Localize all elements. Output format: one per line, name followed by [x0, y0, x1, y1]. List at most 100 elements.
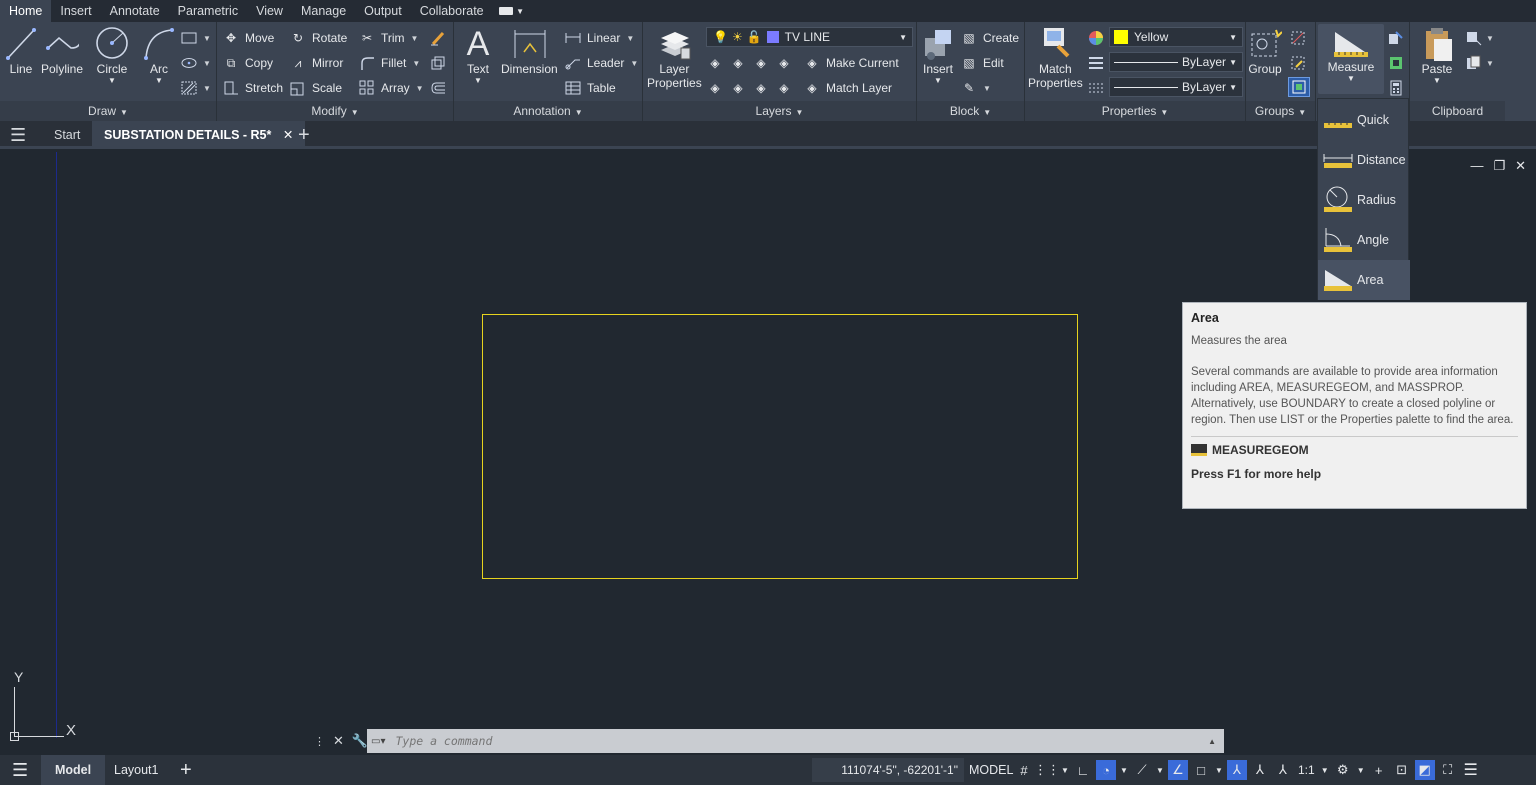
match-properties-button[interactable]: Match Properties — [1028, 26, 1083, 90]
insert-dropdown-icon[interactable]: ▼ — [934, 76, 942, 85]
drawing-tab-current[interactable]: SUBSTATION DETAILS - R5* ✕ — [92, 121, 306, 149]
tab-parametric[interactable]: Parametric — [169, 0, 247, 22]
snap-dropdown-icon[interactable]: ▼ — [1060, 760, 1070, 780]
tab-insert[interactable]: Insert — [51, 0, 100, 22]
groups-panel-title[interactable]: Groups ▼ — [1246, 101, 1315, 121]
hardware-acceleration-icon[interactable]: ◩ — [1414, 760, 1435, 780]
draw-panel-title[interactable]: Draw ▼ — [0, 101, 216, 121]
text-dropdown-icon[interactable]: ▼ — [474, 76, 482, 85]
table-button[interactable]: Table — [564, 78, 616, 98]
fillet-button[interactable]: Fillet ▼ — [358, 53, 420, 73]
quick-select-icon[interactable] — [1388, 53, 1404, 73]
circle-dropdown-icon[interactable]: ▼ — [108, 76, 116, 85]
model-space-button[interactable]: MODEL — [966, 758, 1016, 782]
layer-on-icon[interactable]: ◈ — [706, 80, 724, 96]
mirror-button[interactable]: ⩘ Mirror — [289, 53, 344, 73]
isodraft-dropdown-icon[interactable]: ▼ — [1155, 760, 1165, 780]
layer-lock-icon[interactable]: ◈ — [775, 55, 793, 71]
layout-menu-icon[interactable]: ☰ — [12, 755, 28, 785]
coordinates-readout[interactable]: 111074'-5", -62201'-1" — [812, 758, 964, 782]
object-snap-tracking-icon[interactable]: ∠ — [1168, 760, 1188, 780]
hatch-button[interactable]: ▼ — [180, 78, 211, 98]
insert-block-button[interactable]: Insert ▼ — [921, 26, 955, 85]
trim-button[interactable]: ✂ Trim ▼ — [358, 28, 419, 48]
clean-screen-icon[interactable]: ⛶ — [1438, 760, 1458, 780]
minimize-icon[interactable]: — — [1470, 158, 1483, 174]
modify-panel-title[interactable]: Modify ▼ — [217, 101, 453, 121]
properties-panel-title[interactable]: Properties ▼ — [1025, 101, 1245, 121]
leader-button[interactable]: Leader ▼ — [564, 53, 638, 73]
new-layout-plus-icon[interactable]: + — [180, 755, 192, 785]
model-tab[interactable]: Model — [41, 755, 106, 785]
tab-view[interactable]: View — [247, 0, 292, 22]
ortho-icon[interactable]: ∟ — [1073, 760, 1093, 780]
rectangle-button[interactable]: ▼ — [180, 28, 211, 48]
layout1-tab[interactable]: Layout1 — [114, 755, 158, 785]
id-point-icon[interactable] — [1388, 28, 1404, 48]
ellipse-button[interactable]: ▼ — [180, 53, 211, 73]
layer-off-icon[interactable]: ◈ — [706, 55, 724, 71]
scale-button[interactable]: Scale — [289, 78, 342, 98]
measure-quick-item[interactable]: Quick — [1318, 100, 1410, 140]
start-tab[interactable]: Start — [54, 121, 80, 149]
copy-button[interactable]: ⧉ Copy — [222, 53, 273, 73]
move-button[interactable]: ✥ Move — [222, 28, 274, 48]
text-button[interactable]: A Text ▼ — [461, 25, 495, 86]
measure-angle-item[interactable]: Angle — [1318, 220, 1410, 260]
linear-dimension-button[interactable]: Linear ▼ — [564, 28, 634, 48]
arc-dropdown-icon[interactable]: ▼ — [155, 76, 163, 85]
tab-annotate[interactable]: Annotate — [101, 0, 169, 22]
restore-icon[interactable]: ❐ — [1493, 158, 1505, 174]
paste-dropdown-icon[interactable]: ▼ — [1433, 76, 1441, 85]
lineweight-dropdown[interactable]: ByLayer ▼ — [1109, 52, 1243, 72]
snap-mode-icon[interactable]: ⋮⋮ — [1034, 760, 1060, 780]
edit-block-button[interactable]: ▧ Edit — [960, 53, 1003, 73]
measure-area-item[interactable]: Area — [1318, 260, 1410, 300]
group-selection-toggle[interactable] — [1288, 77, 1310, 97]
annotation-panel-title[interactable]: Annotation ▼ — [454, 101, 642, 121]
measure-radius-item[interactable]: Radius — [1318, 180, 1410, 220]
array-button[interactable]: Array ▼ — [358, 78, 424, 98]
close-icon[interactable]: ✕ — [1515, 158, 1526, 174]
layer-properties-button[interactable]: Layer Properties — [647, 26, 702, 90]
make-current-button[interactable]: ◈ Make Current — [803, 53, 898, 73]
block-panel-title[interactable]: Block ▼ — [917, 101, 1024, 121]
yellow-rectangle[interactable] — [482, 314, 1078, 579]
layer-unisolate-icon[interactable]: ◈ — [729, 80, 747, 96]
close-command-icon[interactable]: ✕ — [333, 733, 344, 749]
measure-dropdown-icon[interactable]: ▼ — [1347, 74, 1355, 83]
grid-icon[interactable]: # — [1014, 760, 1034, 780]
polar-tracking-icon[interactable]: ◔ — [1096, 760, 1116, 780]
arc-button[interactable]: Arc ▼ — [142, 26, 176, 85]
measure-button[interactable]: Measure ▼ — [1318, 24, 1384, 94]
auto-scale-icon[interactable]: ⅄ — [1250, 760, 1270, 780]
tab-output[interactable]: Output — [355, 0, 411, 22]
workspace-switch[interactable]: ▼ — [499, 4, 525, 18]
annotation-monitor-plus-icon[interactable]: + — [1369, 760, 1389, 780]
new-tab-plus-icon[interactable]: + — [298, 121, 310, 149]
match-layer-button[interactable]: ◈ Match Layer — [803, 78, 892, 98]
copy-clip-icon[interactable]: ▼ — [1466, 53, 1494, 73]
isolate-objects-icon[interactable]: ⊡ — [1392, 760, 1412, 780]
customization-menu-icon[interactable]: ☰ — [1461, 760, 1481, 780]
offset-button[interactable] — [429, 78, 452, 98]
cut-icon[interactable]: ▼ — [1466, 28, 1494, 48]
layer-thaw-icon[interactable]: ◈ — [752, 80, 770, 96]
stretch-button[interactable]: Stretch — [222, 78, 283, 98]
gear-dropdown-icon[interactable]: ▼ — [1356, 760, 1366, 780]
block-attribute-button[interactable]: ✎ ▼ — [960, 78, 991, 98]
grip-icon[interactable]: ⋮ — [314, 735, 325, 748]
create-block-button[interactable]: ▧ Create — [960, 28, 1019, 48]
osnap-dropdown-icon[interactable]: ▼ — [1214, 760, 1224, 780]
color-wheel-icon[interactable] — [1088, 28, 1104, 48]
linetype-dropdown[interactable]: ByLayer ▼ — [1109, 77, 1243, 97]
workspace-gear-icon[interactable]: ⚙ — [1333, 760, 1353, 780]
line-button[interactable]: Line — [4, 26, 38, 76]
polar-dropdown-icon[interactable]: ▼ — [1119, 760, 1129, 780]
layer-isolate-icon[interactable]: ◈ — [729, 55, 747, 71]
hamburger-menu-icon[interactable]: ☰ — [10, 121, 34, 149]
tab-home[interactable]: Home — [0, 0, 52, 22]
rotate-button[interactable]: ↻ Rotate — [289, 28, 347, 48]
polyline-button[interactable]: Polyline — [41, 26, 83, 76]
object-snap-icon[interactable]: □ — [1191, 760, 1211, 780]
